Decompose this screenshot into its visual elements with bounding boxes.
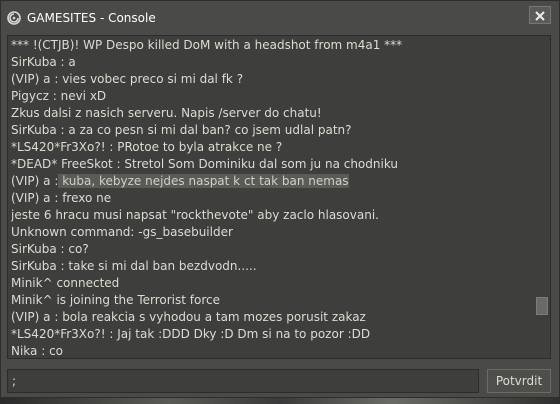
log-line: *** !(CTJB)! WP Despo killed DoM with a …: [11, 38, 403, 52]
log-line: Minik^ is joining the Terrorist force: [11, 293, 221, 307]
console-log[interactable]: *** !(CTJB)! WP Despo killed DoM with a …: [7, 35, 551, 359]
log-line: *LS420*Fr3Xo?! : Jaj tak :DDD Dky :D Dm …: [11, 327, 371, 341]
log-line: (VIP) a : bola reakcia s vyhodou a tam m…: [11, 310, 366, 324]
command-input[interactable]: [7, 369, 479, 393]
close-button[interactable]: [529, 6, 551, 24]
log-line: Nika : co: [11, 344, 64, 358]
log-line: *DEAD* FreeSkot : Stretol Som Dominiku d…: [11, 157, 399, 171]
log-line: Zkus dalsi z nasich serveru. Napis /serv…: [11, 106, 322, 120]
log-line: SirKuba : take si mi dal ban bezdvodn...…: [11, 259, 257, 273]
selected-text[interactable]: kuba, kebyze nejdes naspat k ct tak ban …: [58, 174, 349, 188]
log-line: SirKuba : a: [11, 55, 76, 69]
log-line: Minik^ connected: [11, 276, 120, 290]
log-line: *LS420*Fr3Xo?! : PRotoe to byla atrakce …: [11, 140, 283, 154]
console-window: GAMESITES - Console *** !(CTJB)! WP Desp…: [0, 0, 560, 398]
background-game-strip: [0, 398, 560, 404]
gamesites-logo-icon: [7, 10, 21, 25]
log-scrollbar[interactable]: [533, 37, 550, 357]
log-line: SirKuba : a za co pesn si mi dal ban? co…: [11, 123, 352, 137]
close-x-icon: [535, 6, 545, 25]
submit-button[interactable]: Potvrdit: [487, 369, 551, 393]
scrollbar-thumb[interactable]: [536, 297, 548, 315]
log-line: SirKuba : co?: [11, 242, 89, 256]
log-line-prefix: (VIP) a :: [11, 174, 59, 188]
log-line: (VIP) a : vies vobec preco si mi dal fk …: [11, 72, 244, 86]
console-log-lines: *** !(CTJB)! WP Despo killed DoM with a …: [11, 37, 531, 358]
log-line: Unknown command: -gs_basebuilder: [11, 225, 233, 239]
log-line-selected: (VIP) a : kuba, kebyze nejdes naspat k c…: [11, 173, 531, 190]
title-bar[interactable]: GAMESITES - Console: [1, 1, 559, 35]
log-line: (VIP) a : frexo ne: [11, 191, 112, 205]
log-line: Pigycz : nevi xD: [11, 89, 107, 103]
log-line: jeste 6 hracu musi napsat "rockthevote" …: [11, 208, 379, 222]
window-title: GAMESITES - Console: [27, 11, 156, 25]
